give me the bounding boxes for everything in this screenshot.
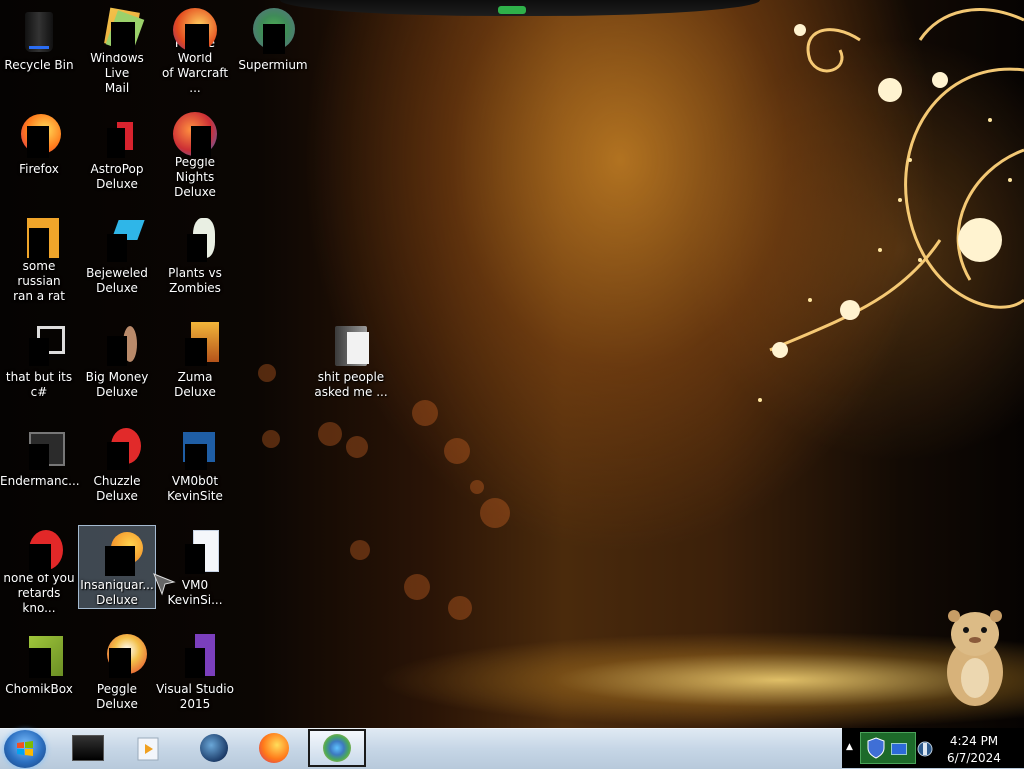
taskbar-pinned-supermium[interactable] bbox=[308, 729, 366, 767]
desktop-icon-vm0b0t-kevinsite[interactable]: VM0b0t KevinSite bbox=[156, 416, 234, 512]
chomikbox-icon bbox=[15, 630, 63, 678]
visual-studio-icon bbox=[171, 630, 219, 678]
desktop-icon-label: Bejeweled Deluxe bbox=[86, 266, 148, 295]
shortcut-icon bbox=[15, 318, 65, 366]
desktop-icon-label: some russian ran a rat bbox=[13, 259, 65, 303]
shortcut-icon bbox=[171, 422, 219, 470]
desktop-icon-peggle-deluxe[interactable]: Peggle Deluxe bbox=[78, 624, 156, 720]
desktop-icon-zuma[interactable]: Zuma Deluxe bbox=[156, 312, 234, 408]
tray-clock[interactable]: 4:24 PM 6/7/2024 bbox=[936, 733, 1012, 767]
document-icon bbox=[171, 526, 219, 574]
desktop-icon-label: that but its c# bbox=[5, 370, 73, 399]
folder-icon bbox=[327, 318, 375, 366]
firefox-icon bbox=[15, 110, 63, 158]
shield-icon bbox=[867, 737, 885, 759]
desktop-icon-plants-vs-zombies[interactable]: Plants vs Zombies bbox=[156, 208, 234, 304]
desktop-icon-big-money[interactable]: Big Money Deluxe bbox=[78, 312, 156, 408]
astropop-icon bbox=[93, 110, 141, 158]
recycle-bin-icon bbox=[15, 6, 63, 54]
insaniquarium-icon bbox=[93, 532, 143, 578]
taskbar-pinned-terminal[interactable] bbox=[62, 729, 114, 767]
bejeweled-icon bbox=[93, 214, 145, 262]
clock-date: 6/7/2024 bbox=[947, 751, 1001, 765]
firefox-icon bbox=[259, 733, 289, 763]
desktop-icon-label: Big Money Deluxe bbox=[85, 370, 149, 399]
desktop-icon-chuzzle[interactable]: Chuzzle Deluxe bbox=[78, 416, 156, 512]
mouse-cursor-icon bbox=[153, 573, 176, 596]
mail-icon bbox=[93, 6, 145, 54]
wallpaper-top-ornament bbox=[280, 0, 760, 16]
desktop-icon-endermanc[interactable]: Endermanc... bbox=[0, 416, 80, 512]
desktop-icon-label: Supermium bbox=[238, 58, 308, 72]
desktop-icon-label: Windows Live Mail bbox=[90, 51, 144, 95]
taskbar-pinned-firefox[interactable] bbox=[248, 729, 300, 767]
peggle-icon bbox=[93, 630, 147, 678]
desktop-icon-label: Zuma Deluxe bbox=[174, 370, 216, 399]
desktop-icon-label: Recycle Bin bbox=[4, 58, 74, 72]
peggle-wow-icon bbox=[171, 6, 219, 54]
desktop-icon-firefox[interactable]: Firefox bbox=[0, 104, 78, 200]
supermium-icon bbox=[249, 6, 297, 54]
desktop-icon-insaniquarium[interactable]: Insaniquar... Deluxe bbox=[78, 525, 156, 609]
plants-vs-zombies-icon bbox=[171, 214, 219, 262]
desktop-icon-label: Chuzzle Deluxe bbox=[93, 474, 141, 503]
desktop-icon-none-of-you[interactable]: none of you retards kno... bbox=[0, 520, 78, 616]
desktop-icon-chomikbox[interactable]: ChomikBox bbox=[0, 624, 78, 720]
desktop-icon-label: shit people asked me ... bbox=[314, 370, 388, 399]
window-app-icon bbox=[15, 422, 65, 470]
media-player-icon bbox=[137, 737, 159, 761]
desktop-icon-label: Plants vs Zombies bbox=[168, 266, 222, 295]
desktop-icon-visual-studio-2015[interactable]: Visual Studio 2015 bbox=[156, 624, 234, 720]
desktop-icon-label: Endermanc... bbox=[0, 474, 80, 488]
supermium-icon bbox=[323, 734, 351, 762]
file-icon bbox=[15, 214, 63, 262]
desktop-icon-label: Firefox bbox=[19, 162, 59, 176]
desktop-icon-that-but-its-csharp[interactable]: that but its c# bbox=[0, 312, 78, 408]
clock-time: 4:24 PM bbox=[949, 734, 999, 748]
show-hidden-icons-chevron-icon[interactable]: ▲ bbox=[846, 742, 853, 752]
windows-logo-icon bbox=[17, 741, 33, 756]
wallpaper-swirl bbox=[758, 8, 1024, 402]
desktop-icon-label: AstroPop Deluxe bbox=[90, 162, 144, 191]
desktop-icon-label: none of you retards kno... bbox=[3, 571, 75, 615]
desktop-icon-label: ChomikBox bbox=[5, 682, 73, 696]
taskbar-pinned-media-player[interactable] bbox=[122, 729, 174, 767]
globe-app-icon bbox=[200, 734, 228, 762]
terminal-icon bbox=[72, 735, 104, 761]
desktop-pet-hamster bbox=[947, 610, 1003, 706]
chuzzle-icon bbox=[93, 422, 141, 470]
desktop-icon-label: Peggle Nights Deluxe bbox=[174, 155, 216, 199]
desktop-icon-some-russian[interactable]: some russian ran a rat bbox=[0, 208, 78, 304]
taskbar-pinned-globe-app[interactable] bbox=[188, 729, 240, 767]
desktop-icon-supermium[interactable]: Supermium bbox=[234, 0, 312, 96]
desktop-icon-vm0-kevinsite[interactable]: VM0 KevinSi... bbox=[156, 520, 234, 616]
desktop-icon-recycle-bin[interactable]: Recycle Bin bbox=[0, 0, 78, 96]
app-icon bbox=[15, 526, 63, 574]
desktop-icon-folder-shit-people[interactable]: shit people asked me ... bbox=[312, 312, 390, 408]
desktop-icon-label: Peggle Deluxe bbox=[96, 682, 138, 711]
desktop-icon-astropop[interactable]: AstroPop Deluxe bbox=[78, 104, 156, 200]
desktop-icon-label: Insaniquar... Deluxe bbox=[80, 578, 154, 607]
desktop-icon-windows-live-mail[interactable]: Windows Live Mail bbox=[78, 0, 156, 96]
start-button[interactable] bbox=[4, 730, 46, 768]
network-icon[interactable] bbox=[916, 738, 934, 760]
big-money-icon bbox=[93, 318, 141, 366]
desktop-icon-label: VM0b0t KevinSite bbox=[167, 474, 223, 503]
tray-security-app[interactable] bbox=[860, 732, 916, 764]
desktop-icon-bejeweled[interactable]: Bejeweled Deluxe bbox=[78, 208, 156, 304]
monitor-icon bbox=[891, 743, 907, 755]
desktop-icon-peggle-wow[interactable]: Peggle World of Warcraft ... bbox=[156, 0, 234, 96]
peggle-nights-icon bbox=[171, 110, 219, 158]
desktop-icon-peggle-nights[interactable]: Peggle Nights Deluxe bbox=[156, 104, 234, 200]
zuma-icon bbox=[171, 318, 219, 366]
desktop-icon-label: Visual Studio 2015 bbox=[156, 682, 234, 711]
